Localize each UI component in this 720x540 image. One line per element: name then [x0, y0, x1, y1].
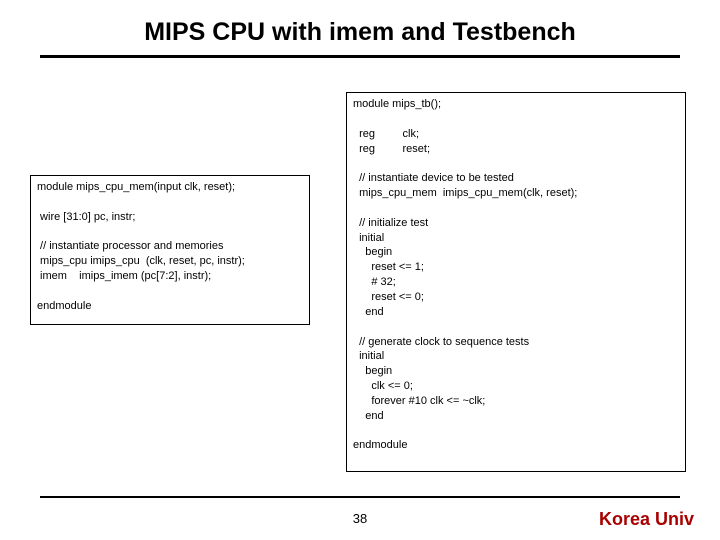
divider-bottom — [40, 496, 680, 498]
slide-title: MIPS CPU with imem and Testbench — [0, 0, 720, 47]
code-box-left: module mips_cpu_mem(input clk, reset); w… — [30, 175, 310, 325]
divider-top — [40, 55, 680, 58]
slide: MIPS CPU with imem and Testbench module … — [0, 0, 720, 540]
code-box-right: module mips_tb(); reg clk; reg reset; //… — [346, 92, 686, 472]
footer-brand: Korea Univ — [599, 509, 694, 530]
